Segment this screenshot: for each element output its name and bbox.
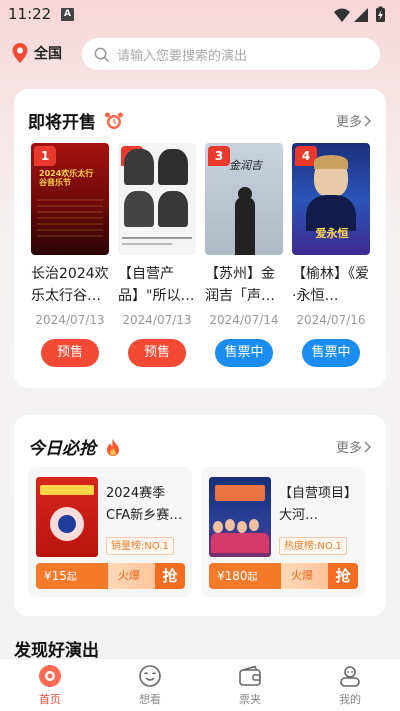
bottom-tab-bar: 首页 想看 票夹 我的 [0, 658, 400, 711]
flame-icon [106, 439, 119, 456]
hot-indicator: 火爆 抢 [108, 563, 185, 589]
deal-item[interactable]: 【自营项目】大河… 热度榜:NO.1 ¥180起 火爆 抢 [201, 467, 365, 597]
rank-badge: 1 [34, 146, 56, 166]
grab-button[interactable]: 抢 [155, 563, 185, 589]
item-title: 【榆林】《爱·永恒… [292, 266, 369, 304]
deal-price: ¥15起 [36, 563, 108, 589]
tab-ticket-wallet[interactable]: 票夹 [200, 659, 300, 711]
search-icon [94, 47, 109, 62]
today-deals-title-text: 今日必抢 [28, 439, 96, 459]
poster-text: 爱永恒 [315, 227, 349, 240]
deal-title: 2024赛季CFA新乡赛… [106, 486, 183, 523]
tab-profile[interactable]: 我的 [300, 659, 400, 711]
hot-indicator: 火爆 抢 [281, 563, 358, 589]
top-bar: 全国 请输入您要搜索的演出 [0, 38, 400, 72]
search-placeholder: 请输入您要搜索的演出 [117, 48, 248, 64]
chevron-right-icon [364, 440, 372, 453]
item-title: 长治2024欢乐太行谷… [31, 266, 109, 304]
item-title: 【自营产品】"所以… [118, 266, 195, 304]
upcoming-item[interactable]: 2 【自营产品】"所以… 2024/07/13 预售 [118, 143, 196, 367]
price-value: ¥180 [217, 569, 248, 583]
today-deals-section: 今日必抢 更多 2024赛季CFA新乡赛… 销量榜:NO.1 ¥15起 火爆 抢 [14, 415, 386, 616]
tab-want[interactable]: 想看 [100, 659, 200, 711]
poster-text: 2024欢乐太行谷音乐节 [39, 169, 94, 187]
chevron-right-icon [364, 114, 372, 127]
poster-image: 4 爱永恒 [292, 143, 370, 255]
presale-button[interactable]: 预售 [128, 339, 186, 367]
deal-action-bar[interactable]: ¥180起 火爆 抢 [209, 563, 358, 589]
want-icon [139, 665, 161, 687]
upcoming-title-text: 即将开售 [28, 113, 96, 133]
ticket-wallet-icon [239, 665, 261, 686]
deal-image [36, 477, 98, 557]
today-deals-more-link[interactable]: 更多 [336, 437, 372, 456]
status-icons [334, 6, 385, 22]
deal-image [209, 477, 271, 557]
item-date: 2024/07/13 [35, 313, 105, 327]
poster-image: 1 2024欢乐太行谷音乐节 [31, 143, 109, 255]
home-icon [39, 665, 61, 687]
item-date: 2024/07/16 [296, 313, 366, 327]
status-time: 11:22 [8, 5, 52, 23]
hot-label: 火爆 [291, 569, 313, 582]
hot-label: 火爆 [118, 569, 140, 582]
price-suffix: 起 [247, 572, 258, 583]
alarm-clock-icon [104, 112, 123, 129]
tab-label: 我的 [339, 693, 361, 706]
grab-button[interactable]: 抢 [328, 563, 358, 589]
today-deals-title: 今日必抢 [28, 434, 120, 459]
more-label: 更多 [335, 115, 362, 130]
deal-action-bar[interactable]: ¥15起 火爆 抢 [36, 563, 185, 589]
item-date: 2024/07/13 [122, 313, 192, 327]
heat-rank-badge: 热度榜:NO.1 [279, 537, 347, 555]
on-sale-button[interactable]: 售票中 [302, 339, 360, 367]
tab-label: 想看 [139, 693, 161, 706]
upcoming-item[interactable]: 3 金润吉 【苏州】金润吉「声… 2024/07/14 售票中 [205, 143, 283, 367]
upcoming-item[interactable]: 4 爱永恒 【榆林】《爱·永恒… 2024/07/16 售票中 [292, 143, 370, 367]
wifi-icon [334, 8, 350, 22]
presale-button[interactable]: 预售 [41, 339, 99, 367]
tab-label: 首页 [39, 693, 61, 706]
deal-title: 【自营项目】大河… [279, 486, 358, 523]
price-value: ¥15 [44, 569, 67, 583]
item-date: 2024/07/14 [209, 313, 279, 327]
location-pin-icon [12, 43, 28, 63]
upcoming-more-link[interactable]: 更多 [336, 111, 372, 130]
location-label: 全国 [34, 46, 62, 62]
poster-image: 3 金润吉 [205, 143, 283, 255]
tab-label: 票夹 [239, 693, 261, 706]
location-selector[interactable]: 全国 [12, 43, 62, 63]
signal-icon [354, 8, 368, 22]
poster-text: 金润吉 [229, 159, 262, 172]
item-title: 【苏州】金润吉「声… [205, 266, 275, 304]
upcoming-item[interactable]: 1 2024欢乐太行谷音乐节 长治2024欢乐太行谷… 2024/07/13 预… [31, 143, 109, 367]
upcoming-title: 即将开售 [28, 108, 124, 133]
deal-item[interactable]: 2024赛季CFA新乡赛… 销量榜:NO.1 ¥15起 火爆 抢 [28, 467, 192, 597]
upcoming-section: 即将开售 更多 1 2024欢乐太行谷音乐节 长治2024欢乐太行谷… 2024… [14, 89, 386, 388]
on-sale-button[interactable]: 售票中 [215, 339, 273, 367]
sales-rank-badge: 销量榜:NO.1 [106, 537, 174, 555]
profile-icon [340, 666, 360, 687]
poster-image: 2 [118, 143, 196, 255]
price-suffix: 起 [66, 572, 77, 583]
status-bar: 11:22 A [0, 0, 400, 30]
more-label: 更多 [335, 441, 362, 456]
notification-icon: A [61, 8, 74, 21]
deal-price: ¥180起 [209, 563, 281, 589]
rank-badge: 3 [208, 146, 230, 166]
tab-home[interactable]: 首页 [0, 659, 100, 711]
search-input[interactable]: 请输入您要搜索的演出 [82, 38, 380, 70]
